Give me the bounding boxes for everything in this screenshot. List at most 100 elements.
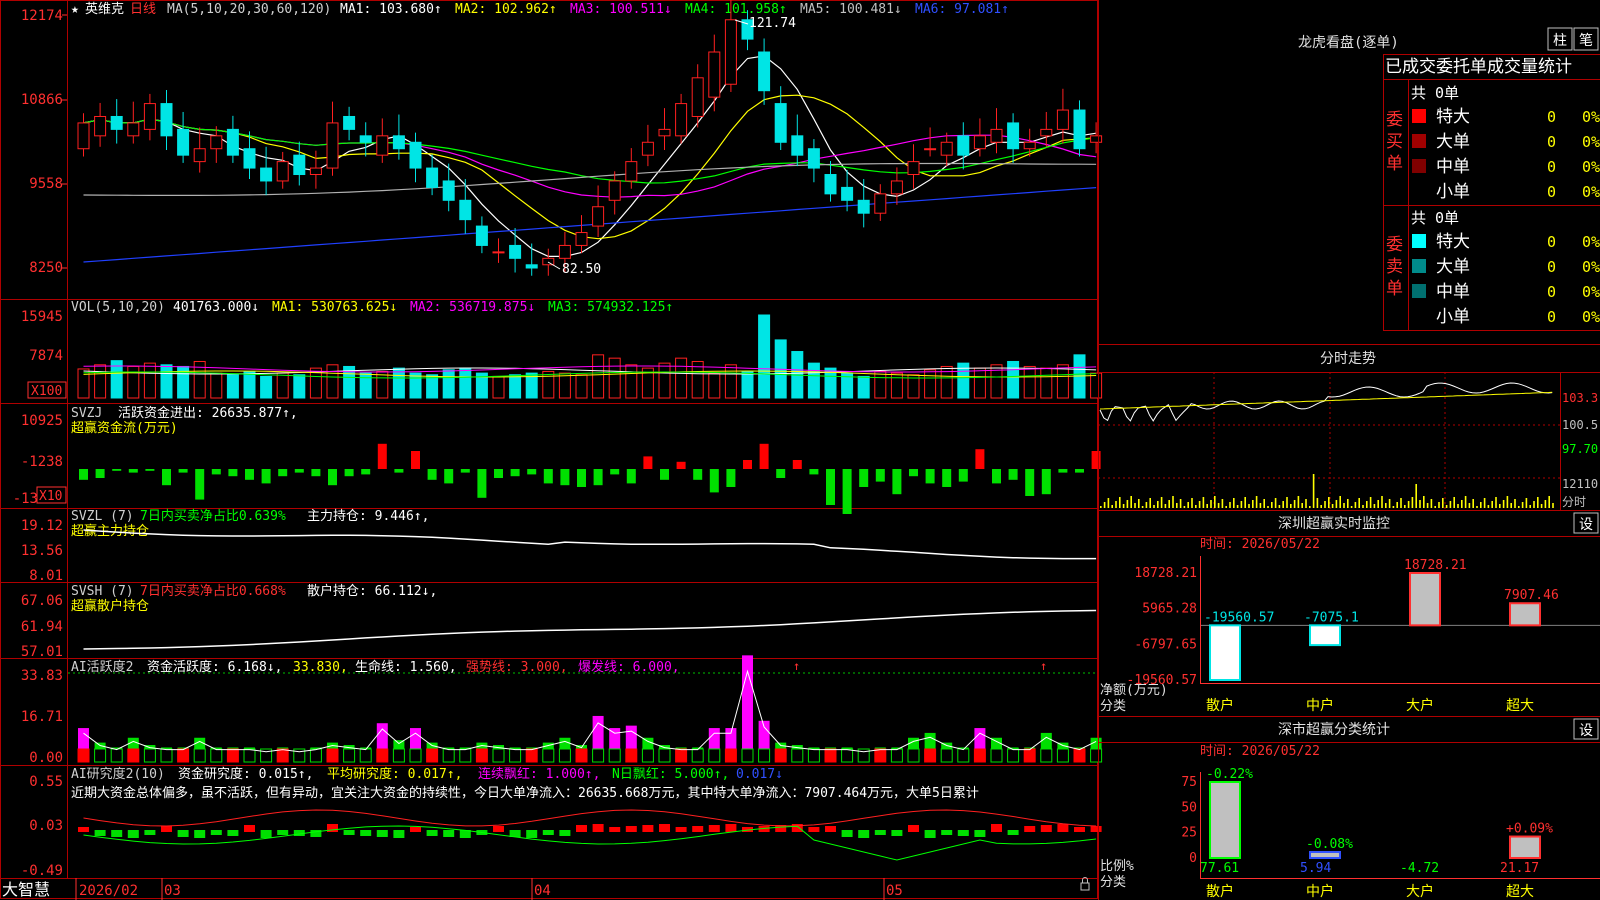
fund-flow-bar [842,469,852,514]
intraday-vol-bar [1217,503,1220,508]
ai-activity-panel[interactable]: AI活跃度2 资金活跃度: 6.168↓, 33.830, 生命线: 1.560… [21,655,1103,766]
candle-body [160,103,173,137]
candle-body [857,199,870,214]
y-tick: 5965.28 [1142,602,1197,617]
candle-body [392,135,405,150]
candle-body [708,51,721,98]
intraday-vol-bar [1134,503,1136,508]
buy-total: 共 0单 [1411,84,1459,102]
research-bar [642,825,654,832]
research-bar [210,830,222,835]
intraday-vol-bar [1297,496,1300,508]
research-bar [924,830,936,838]
intraday-vol-bar [1525,498,1528,508]
ai-research-panel[interactable]: AI研究度2(10) 资金研究度: 0.015↑, 平均研究度: 0.017↑,… [21,766,1102,879]
buy-row-pct: 0% [1582,158,1600,176]
intraday-vol-bar [1157,501,1159,508]
intraday-vol-bar [1240,501,1243,508]
intraday-vol-bar [1423,496,1425,508]
y-tick: 15945 [21,309,63,325]
classify-title: 深市超赢分类统计 [1278,721,1390,738]
buy-row-name: 中单 [1436,157,1470,177]
ratio-value: 5.94 [1300,861,1331,876]
lhb-subtitle: 已成交委托单成交量统计 [1385,57,1572,77]
candle-body [542,257,555,266]
candle-body [691,77,704,117]
category-label: 超大 [1506,884,1534,900]
volume-bar [625,364,638,399]
intraday-vol-bar [1506,496,1509,508]
intraday-panel[interactable]: 分时走势 103.3 100.5 97.70 12110 分时 [1098,351,1600,510]
activity-base [841,748,854,763]
volume-bar [807,362,820,399]
intraday-vol-bar [1149,498,1151,508]
intraday-vol-bar [1369,497,1372,508]
fund-flow-bar [909,469,918,477]
intraday-vol-bar [1518,506,1520,508]
monitor-panel[interactable]: 深圳超赢实时监控 设 时间: 2026/05/22 18728.21 5965.2… [1098,512,1600,714]
buy-row-name: 大单 [1436,132,1470,152]
fund-flow-bar [427,469,437,480]
stock-terminal: ★ 英维克 日线 MA(5,10,20,30,60,120) MA1: 103.… [0,0,1600,900]
research-bar [260,830,272,838]
svzl-panel[interactable]: SVZL (7) 7日内买卖净占比0.639% 主力持仓: 9.446↑, 超赢… [21,508,1097,584]
intraday-vol-bar [1476,506,1478,508]
sell-row-value: 0 [1547,258,1556,276]
intraday-vol-bar [1343,503,1345,508]
main-kline-panel[interactable]: ★ 英维克 日线 MA(5,10,20,30,60,120) MA1: 103.… [21,0,1103,277]
y-tick: 33.83 [21,668,63,684]
volume-bar [658,362,671,399]
intraday-vol-bar [1172,496,1174,508]
activity-base [608,748,621,763]
volume-bar [359,372,372,399]
monitor-y-axis: 18728.215965.28-6797.65-19560.57 [1127,566,1197,688]
volume-bar [592,354,605,399]
intraday-vol-bar [1514,499,1516,508]
intraday-vol-bar [1202,497,1205,508]
activity-base [924,748,937,763]
candle-body [210,135,223,150]
intraday-vol-bar [1537,497,1539,508]
classify-panel[interactable]: 深市超赢分类统计 设 时间: 2026/05/22 75 50 25 0 -0.22%… [1098,718,1600,900]
intraday-vol-bar [1225,506,1227,508]
low-price-label: 82.50 [562,262,601,277]
intraday-vol-bar [1358,498,1360,508]
research-bar [78,827,89,832]
research-bar [808,827,820,832]
buy-row-pct: 0% [1582,183,1600,201]
intraday-vol-bar [1483,498,1486,508]
volume-panel[interactable]: VOL(5,10,20) 401763.000↓ MA1: 530763.625… [21,300,1103,399]
ma6-value: MA6: 97.081↑ [915,2,1009,17]
intraday-vol-bar [1115,501,1117,508]
y-tick: 12174 [21,8,63,24]
lhb-panel[interactable]: 龙虎看盘(逐单) 柱 笔 已成交委托单成交量统计 共 0单 共 0单 委买单委卖… [1298,27,1600,331]
intraday-vol-bar [1499,504,1501,508]
research-bar [526,830,538,838]
sell-row-value: 0 [1547,283,1556,301]
intraday-vol-bar [1214,496,1216,508]
intraday-vol-bar [1331,504,1334,508]
intraday-vol-bar [1487,505,1490,508]
candle-body [957,135,970,156]
svsh-panel[interactable]: SVSH (7) 7日内买卖净占比0.668% 散户持仓: 66.112↓, 超… [21,583,1097,660]
intraday-vol-bar [1411,497,1414,508]
candle-body [475,225,488,246]
candle-body [824,174,837,195]
candle-body [940,141,953,156]
y-tick: 75 [1181,775,1197,790]
research-bar [1007,830,1019,835]
candle-body [990,128,1003,143]
research-bar [426,830,438,836]
intraday-vol-bar [1130,496,1132,508]
lock-icon[interactable] [1080,882,1090,891]
svzl-y-axis: 19.12 13.56 8.01 [21,518,63,584]
intraday-vol-bar [1221,499,1224,508]
svzj-panel[interactable]: SVZJ 活跃资金进出: 26635.877↑, 超赢资金流(万元) 10925… [13,405,1101,514]
research-bar [443,830,455,837]
fund-flow-bar [228,469,238,477]
volume-bar [1090,372,1103,399]
ma-lines [83,55,1097,263]
intraday-vol-bar [1388,499,1391,508]
volume-bar [226,374,239,399]
candle-body [807,148,820,169]
